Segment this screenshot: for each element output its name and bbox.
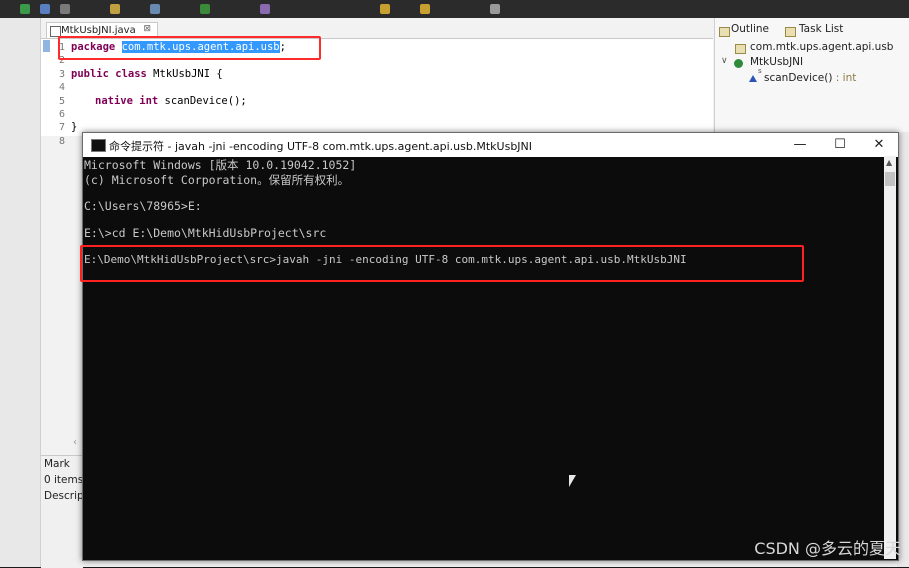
search-icon[interactable] <box>110 4 120 14</box>
method-return-type: : int <box>832 72 857 84</box>
code-line-method: native int scanDevice(); <box>95 95 247 107</box>
console-line: C:\Users\78965>E: <box>84 199 202 213</box>
code-line-class: public class MtkUsbJNI { <box>71 68 223 80</box>
scrollbar-thumb[interactable] <box>885 172 895 186</box>
method-name: scanDevice() <box>764 72 833 84</box>
highlight-box-package <box>58 36 321 60</box>
task-list-icon <box>785 27 796 37</box>
close-tab-icon[interactable]: ⊠ <box>143 24 151 34</box>
chevron-down-icon[interactable]: ∨ <box>721 56 728 66</box>
package-icon <box>735 44 746 54</box>
maximize-button[interactable]: ☐ <box>823 135 857 155</box>
items-count: 0 items <box>44 474 84 486</box>
line-number: 5 <box>58 96 65 107</box>
cmd-app-icon <box>91 139 106 152</box>
editor-tab-label: MtkUsbJNI.java <box>61 25 136 36</box>
debug-icon[interactable] <box>40 4 50 14</box>
save-icon[interactable] <box>60 4 70 14</box>
column-header-description[interactable]: Descrip <box>44 490 84 502</box>
keyword: public class <box>71 68 147 80</box>
outline-method[interactable]: scanDevice() : int <box>764 72 856 84</box>
console-line: E:\>cd E:\Demo\MtkHidUsbProject\src <box>84 226 327 240</box>
csdn-watermark: CSDN @多云的夏天 <box>754 539 901 558</box>
current-line-marker <box>43 40 50 52</box>
keyword: native int <box>95 95 159 107</box>
line-number: 6 <box>58 109 65 120</box>
line-number: 4 <box>58 82 65 93</box>
new-class-icon[interactable] <box>200 4 210 14</box>
cmd-window[interactable] <box>82 132 899 561</box>
line-number: 8 <box>58 136 65 147</box>
line-number: 3 <box>58 69 65 80</box>
open-type-icon[interactable] <box>150 4 160 14</box>
tab-outline[interactable]: Outline <box>731 23 769 35</box>
left-sidebar <box>0 18 41 567</box>
outline-icon <box>719 27 730 37</box>
scroll-left-icon[interactable]: ‹ <box>73 437 77 448</box>
minimize-button[interactable]: — <box>783 135 817 155</box>
nav-back-icon[interactable] <box>380 4 390 14</box>
method-icon <box>749 75 757 82</box>
outline-package[interactable]: com.mtk.ups.agent.api.usb <box>750 41 893 53</box>
code-line-close: } <box>71 121 78 133</box>
nav-forward-icon[interactable] <box>420 4 430 14</box>
outline-pane: Outline Task List com.mtk.ups.agent.api.… <box>714 18 909 133</box>
console-line: Microsoft Windows [版本 10.0.19042.1052] <box>84 158 357 172</box>
line-number: 7 <box>58 122 65 133</box>
cmd-title: 命令提示符 - javah -jni -encoding UTF-8 com.m… <box>109 140 533 153</box>
close-button[interactable]: ✕ <box>862 135 896 155</box>
build-icon[interactable] <box>260 4 270 14</box>
scroll-up-icon[interactable]: ▲ <box>886 158 892 167</box>
code-text: scanDevice(); <box>158 95 247 107</box>
code-text: MtkUsbJNI { <box>146 68 223 80</box>
eclipse-toolbar <box>0 0 909 18</box>
markers-panel: Mark 0 items Descrip <box>41 455 84 568</box>
highlight-box-command <box>80 245 804 282</box>
perspective-icon[interactable] <box>490 4 500 14</box>
cmd-titlebar[interactable]: 命令提示符 - javah -jni -encoding UTF-8 com.m… <box>82 132 899 157</box>
console-line: (c) Microsoft Corporation。保留所有权利。 <box>84 173 350 187</box>
tab-markers[interactable]: Mark <box>44 458 70 470</box>
class-icon <box>734 59 743 68</box>
mouse-cursor-icon <box>569 475 576 487</box>
run-icon[interactable] <box>20 4 30 14</box>
cmd-scrollbar[interactable]: ▲ <box>884 156 896 559</box>
tab-task-list[interactable]: Task List <box>799 23 843 35</box>
static-marker: s <box>758 67 762 75</box>
